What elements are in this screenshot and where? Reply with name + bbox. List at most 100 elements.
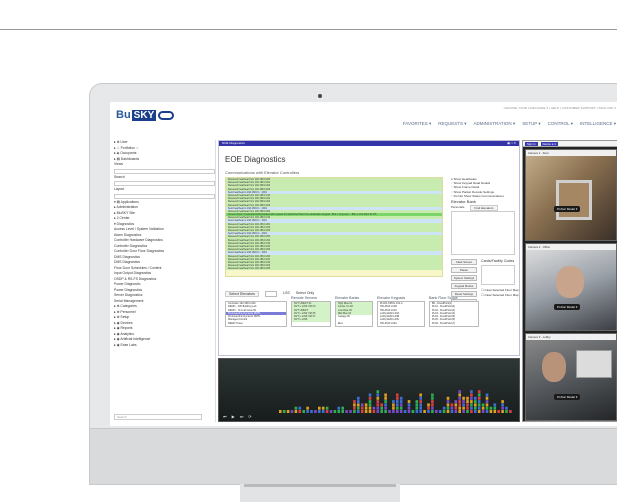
cards-facility-title: Cards/Facility Codes — [481, 259, 515, 263]
tab-sign-in[interactable]: Sign in — [525, 141, 538, 146]
sidebar-filter-input[interactable] — [114, 181, 215, 186]
camera-2-mode-button[interactable]: Pi-Doc Model ▾ — [554, 304, 581, 310]
action-button[interactable]: System Settings — [451, 275, 477, 281]
activity-block — [380, 406, 383, 410]
nav-favorites[interactable]: FAVORITES ▾ — [403, 121, 431, 127]
nav-administration[interactable]: ADMINISTRATION ▾ — [474, 121, 516, 127]
activity-block — [493, 406, 497, 410]
activity-block — [384, 393, 387, 397]
views-select[interactable] — [114, 168, 215, 174]
activity-block — [466, 400, 469, 404]
lss-input[interactable] — [264, 291, 277, 297]
activity-block — [470, 410, 473, 413]
monitor-chin — [90, 428, 617, 484]
cards-facility-box[interactable] — [481, 265, 515, 285]
bank-floor-scope-list[interactable]: B0 - FixedPoint(1) PL01 - FixedPoint(2) PL… — [429, 301, 479, 327]
activity-block — [298, 410, 302, 413]
activity-block — [384, 403, 387, 407]
nav-intelligence[interactable]: INTELLIGENCE ▾ — [580, 121, 616, 127]
activity-block — [399, 403, 403, 407]
activity-block — [435, 410, 438, 413]
activity-block — [302, 410, 305, 413]
activity-block — [474, 400, 477, 404]
list-item[interactable]: DEMO Tower — [226, 322, 286, 325]
activity-block — [403, 410, 407, 413]
controllers-list[interactable]: Controller 192.168.0.200 DEMO - 100 Build… — [225, 301, 287, 327]
app-header: Bu SKY CHOOSE YOUR LANGUAGE ▾ | HELP | C… — [110, 102, 617, 136]
person-face — [556, 266, 584, 298]
activity-block — [431, 393, 434, 397]
communications-log[interactable]: Received heartbeat from 192.168.0.200 Rec… — [225, 177, 443, 277]
playback-control-icon[interactable]: ⏭ — [240, 414, 244, 419]
activity-block — [341, 406, 344, 410]
playback-control-icon[interactable]: ⏮ — [223, 414, 227, 419]
tab-device[interactable]: Device ● 1 — [540, 141, 558, 146]
list-item[interactable]: Elev. — [336, 322, 372, 325]
camera-feed-2[interactable]: Camera 2 · Office Pi-Doc Model ▾ — [525, 243, 617, 331]
door-frame — [556, 180, 592, 220]
activity-block — [454, 403, 458, 407]
activity-block — [407, 410, 411, 413]
activity-block — [282, 410, 286, 413]
window-titlebar[interactable]: DOE Diagnostics ▣ □ ✕ — [219, 141, 519, 146]
list-item[interactable]: TRL4510 L04A — [378, 322, 424, 325]
activity-block — [376, 410, 380, 413]
activity-block — [466, 403, 469, 407]
nav-requests[interactable]: REQUESTS ▾ — [438, 121, 466, 127]
clear-floor-checkbox-1[interactable]: Clear Selected Floor Map — [481, 288, 519, 292]
layout-select[interactable] — [114, 193, 215, 199]
activity-block — [458, 406, 461, 410]
camera-1-mode-button[interactable]: Pi-Doc Model ▾ — [554, 206, 581, 212]
nav-control[interactable]: CONTROL ▾ — [548, 121, 573, 127]
camera-feed-3[interactable]: Camera 3 · Lobby Pi-Doc Model ▾ — [525, 333, 617, 421]
activity-block — [427, 410, 430, 413]
camera-feed-1[interactable]: Camera 1 · Door Pi-Doc Model ▾ — [525, 149, 617, 241]
overlay-menu[interactable] — [576, 350, 612, 378]
clear-floor-checkbox-2[interactable]: Clear Selected Floor Map — [481, 293, 519, 297]
sidebar-search-input[interactable]: Search — [114, 414, 202, 420]
list-item[interactable]: PL06 - FixedPoint(7) — [430, 322, 478, 325]
activity-block — [353, 400, 356, 404]
activity-block — [325, 410, 329, 413]
logo-text-left: Bu — [116, 109, 131, 121]
activity-block — [372, 406, 376, 410]
activity-block — [477, 396, 481, 400]
elevator-bank-list[interactable] — [451, 211, 515, 255]
action-button[interactable]: Keypad Modes — [451, 283, 477, 289]
activity-block — [399, 410, 403, 413]
activity-block — [419, 400, 422, 404]
playback-control-icon[interactable]: ⟳ — [248, 414, 251, 419]
sidebar-search-label: Search — [114, 174, 125, 179]
activity-block — [357, 396, 360, 400]
nav-setup[interactable]: SETUP ▾ — [522, 121, 540, 127]
activity-block — [446, 396, 450, 400]
activity-block — [399, 406, 403, 410]
camera-3-mode-button[interactable]: Pi-Doc Model ▾ — [554, 394, 581, 400]
activity-block — [337, 410, 341, 413]
remote-servers-list[interactable]: NVT UNEXT 01 NVT L-LINK VM 03 NVT UNEXT NVT… — [291, 301, 331, 327]
select-elevators-button[interactable]: Select Elevators — [225, 291, 259, 297]
activity-block — [314, 410, 317, 413]
blusky-logo[interactable]: Bu SKY — [116, 108, 175, 122]
top-links[interactable]: CHOOSE YOUR LANGUAGE ▾ | HELP | CUSTOMER… — [504, 106, 616, 110]
activity-block — [364, 410, 368, 413]
activity-block — [485, 406, 489, 410]
activity-block — [477, 400, 481, 404]
activity-block — [364, 403, 368, 407]
camera-1-label: Camera 1 · Door — [526, 150, 616, 156]
action-button[interactable]: Clear Screen — [451, 259, 477, 265]
action-button[interactable]: Pause — [451, 267, 477, 273]
activity-block — [419, 406, 422, 410]
activity-block — [357, 410, 360, 413]
sidebar-tree-item[interactable]: ▸ ◉ Ease Labs — [114, 343, 215, 349]
log-option-radio[interactable]: Do Not Show Status Communications — [451, 194, 504, 198]
elevator-keypads-list[interactable]: PL003 OPNG 191-0 TRL4510 L01B TRL4510 L01C… — [377, 301, 425, 327]
elevator-banks-list[interactable]: High Rise 01 Center Co 02 Low Rise 03 Mid R… — [335, 301, 373, 327]
activity-block — [357, 403, 360, 407]
camera-2-label: Camera 2 · Office — [526, 244, 616, 250]
playback-control-icon[interactable]: ▶ — [232, 414, 235, 419]
sidebar-tree: ▾ ▤ Applications ▸ Administration ▸ BluS… — [114, 200, 215, 349]
window-controls[interactable]: ▣ □ ✕ — [507, 141, 516, 146]
activity-block — [341, 410, 344, 413]
list-item[interactable]: NVT L-LINK — [292, 318, 330, 322]
